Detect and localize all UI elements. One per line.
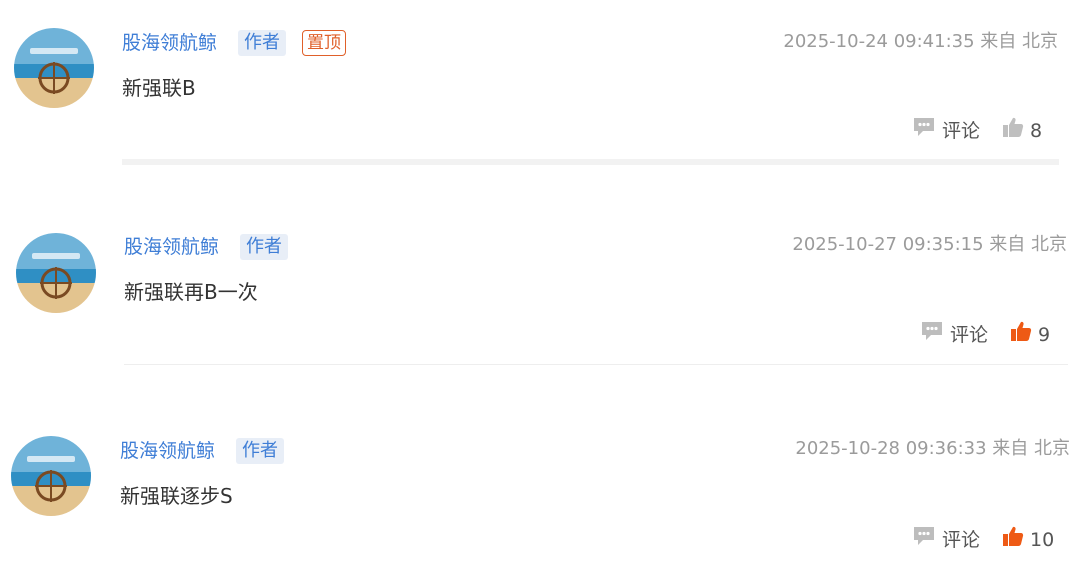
post-divider [122,159,1059,165]
comment-label: 评论 [942,529,981,551]
post-content: 新强联再B一次 [124,280,258,304]
comment-icon [912,116,936,146]
author-badge: 作者 [236,438,284,464]
post-timestamp-location: 2025-10-28 09:36:33 来自 北京 [795,438,1070,459]
like-count: 8 [1030,120,1043,142]
comment-icon [920,320,944,350]
thumbs-up-icon [1002,116,1024,146]
post-timestamp-location: 2025-10-27 09:35:15 来自 北京 [792,234,1067,255]
thumbs-up-icon [1002,525,1024,555]
comment-icon [912,525,936,555]
pinned-badge: 置顶 [302,30,346,56]
author-name[interactable]: 股海领航鲸 [122,30,217,56]
thumbs-up-icon [1010,320,1032,350]
like-button[interactable]: 10 [1002,525,1054,555]
comment-label: 评论 [950,324,989,346]
like-count: 9 [1038,324,1051,346]
author-name[interactable]: 股海领航鲸 [124,234,219,260]
comment-label: 评论 [942,120,981,142]
post-content: 新强联B [122,76,196,100]
like-button[interactable]: 9 [1010,320,1050,350]
comment-button[interactable]: 评论 [912,525,980,555]
avatar[interactable] [16,233,96,313]
author-badge: 作者 [238,30,286,56]
comment-button[interactable]: 评论 [912,116,980,146]
avatar[interactable] [11,436,91,516]
author-badge: 作者 [240,234,288,260]
avatar[interactable] [14,28,94,108]
post-divider [124,364,1068,365]
author-name[interactable]: 股海领航鲸 [120,438,215,464]
comment-button[interactable]: 评论 [920,320,988,350]
post-content: 新强联逐步S [120,484,233,508]
like-count: 10 [1030,529,1055,551]
like-button[interactable]: 8 [1002,116,1042,146]
post-timestamp-location: 2025-10-24 09:41:35 来自 北京 [783,31,1058,52]
